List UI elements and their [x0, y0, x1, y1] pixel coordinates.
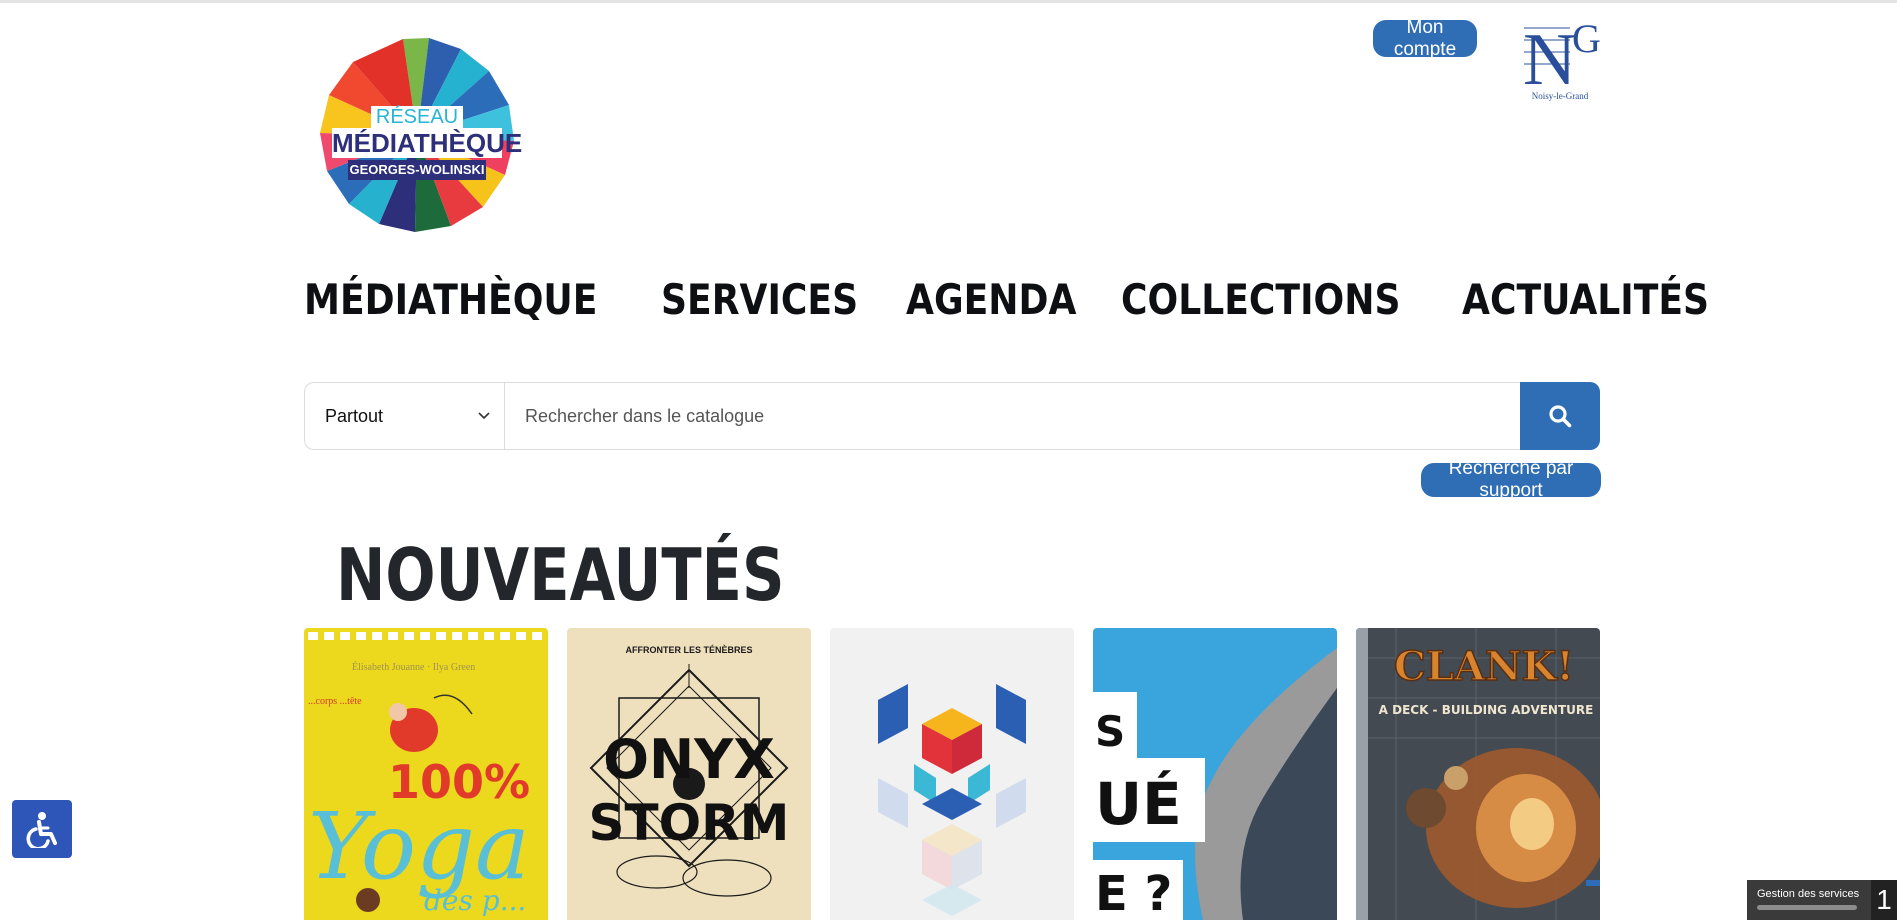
search-input[interactable]	[505, 383, 1520, 449]
search-icon	[1549, 405, 1572, 428]
nav-item-collections[interactable]: COLLECTIONS	[1121, 270, 1400, 330]
game-box-cover: CLANK! A DECK - BUILDING ADVENTURE	[1356, 628, 1600, 920]
search-scope-value: Partout	[325, 405, 384, 426]
cover-tagline: AFFRONTER LES TÉNÈBRES	[625, 645, 752, 655]
news-carousel: Élisabeth Jouanne · Ilya Green ...corps …	[304, 628, 1600, 920]
city-logo-mark: N G	[1523, 16, 1601, 101]
account-button[interactable]: Mon compte	[1373, 17, 1477, 60]
nav-item-mediatheque[interactable]: MÉDIATHÈQUE	[304, 270, 597, 330]
search-by-support-button[interactable]: Recherche par support	[1421, 458, 1601, 501]
city-logo-n: N	[1523, 19, 1576, 91]
search-button[interactable]	[1520, 382, 1600, 450]
logo-reseau-text: RÉSEAU	[320, 106, 514, 129]
cookie-services-count[interactable]: 1	[1871, 880, 1897, 920]
city-logo[interactable]: N G Noisy-le-Grand	[1520, 16, 1601, 106]
cover-storm: STORM	[589, 794, 790, 852]
catalogue-search: Partout	[304, 382, 1600, 450]
news-item-clank[interactable]: CLANK! A DECK - BUILDING ADVENTURE	[1356, 628, 1600, 920]
mediatheque-logo[interactable]: RÉSEAU MÉDIATHÈQUE GEORGES-WOLINSKI	[320, 38, 523, 232]
nav-item-agenda[interactable]: AGENDA	[906, 270, 1076, 330]
cover-onyx: ONYX	[603, 728, 775, 791]
cookie-services-label: Gestion des services	[1757, 888, 1860, 900]
cover-clank: CLANK!	[1394, 643, 1574, 690]
nav-item-actualites[interactable]: ACTUALITÉS	[1462, 270, 1709, 330]
cover-authors: Élisabeth Jouanne · Ilya Green	[352, 661, 475, 673]
cookie-services-bar	[1757, 905, 1857, 910]
cover-des: des p...	[424, 884, 526, 917]
cookie-services-panel[interactable]: Gestion des services	[1747, 880, 1871, 920]
news-item-partial-cover[interactable]: S UÉ E ?	[1093, 628, 1337, 920]
news-item-default-cover[interactable]	[830, 628, 1074, 920]
city-logo-g: G	[1572, 16, 1600, 61]
search-scope-select[interactable]: Partout	[305, 383, 505, 449]
cover-fragment-3: E ?	[1095, 866, 1172, 920]
logo-subtitle: GEORGES-WOLINSKI	[348, 160, 486, 180]
nav-item-services[interactable]: SERVICES	[661, 270, 858, 330]
news-title: NOUVEAUTÉS	[336, 533, 785, 617]
accessibility-button[interactable]	[12, 800, 72, 858]
news-item-yoga[interactable]: Élisabeth Jouanne · Ilya Green ...corps …	[304, 628, 548, 920]
cover-clank-subtitle: A DECK - BUILDING ADVENTURE	[1379, 703, 1594, 717]
cover-fragment-1: S	[1095, 707, 1125, 756]
main-nav: MÉDIATHÈQUE SERVICES AGENDA COLLECTIONS …	[304, 270, 1735, 330]
cover-fragment-2: UÉ	[1095, 769, 1182, 838]
news-item-onyx-storm[interactable]: AFFRONTER LES TÉNÈBRES ONYX STORM	[567, 628, 811, 920]
logo-title: MÉDIATHÈQUE	[332, 128, 523, 158]
wheelchair-icon	[26, 812, 57, 848]
book-cover: S UÉ E ?	[1093, 628, 1337, 920]
book-cover: Élisabeth Jouanne · Ilya Green ...corps …	[304, 628, 548, 920]
cover-placeholder-logo	[830, 628, 1074, 920]
top-border	[0, 0, 1897, 3]
city-logo-caption: Noisy-le-Grand	[1531, 91, 1589, 101]
cover-subtitle: ...corps ...tête	[308, 696, 362, 707]
book-cover: AFFRONTER LES TÉNÈBRES ONYX STORM	[567, 628, 811, 920]
chevron-down-icon	[478, 412, 490, 420]
